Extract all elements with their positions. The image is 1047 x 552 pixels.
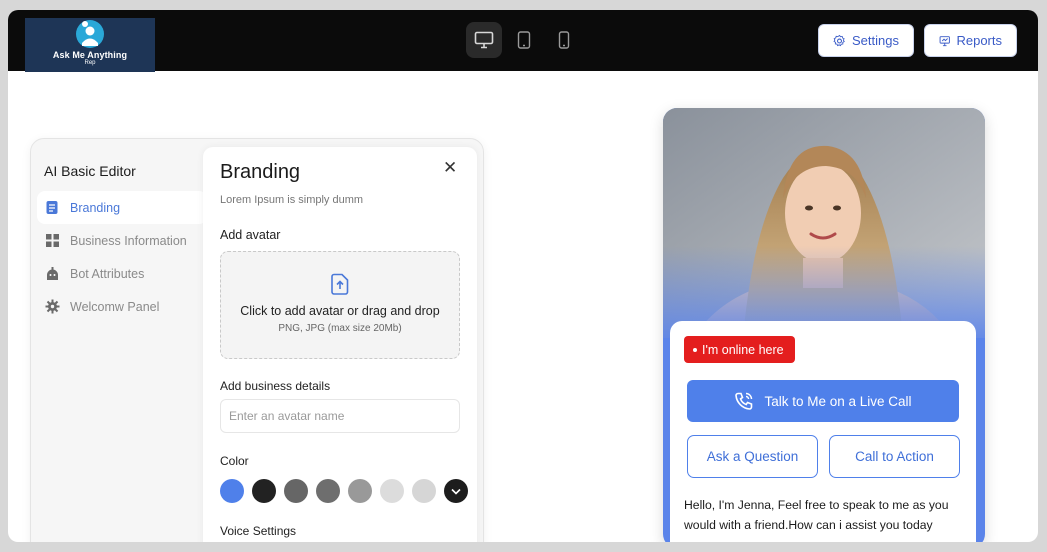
logo: Ask Me Anything Rep xyxy=(25,18,155,72)
chat-widget-preview: I'm online here Talk to Me on a Live Cal… xyxy=(663,108,985,542)
editor-title: AI Basic Editor xyxy=(44,163,136,179)
avatar-name-input[interactable] xyxy=(220,399,460,433)
color-swatch-dark-gray[interactable] xyxy=(284,479,308,503)
logo-subtitle: Rep xyxy=(84,60,96,66)
color-swatches xyxy=(220,479,468,503)
grid-icon xyxy=(46,234,59,247)
chevron-down-icon xyxy=(451,488,461,495)
pane-subtitle: Lorem Ipsum is simply dumm xyxy=(220,194,364,206)
branding-icon xyxy=(46,201,58,214)
desktop-icon xyxy=(474,31,494,49)
mobile-view-button[interactable] xyxy=(546,22,582,58)
color-label: Color xyxy=(220,454,249,468)
add-avatar-label: Add avatar xyxy=(220,228,281,242)
color-swatch-silver[interactable] xyxy=(412,479,436,503)
color-swatch-light-gray[interactable] xyxy=(380,479,404,503)
status-dot xyxy=(693,347,697,352)
nav-item-business-information[interactable]: Business Information xyxy=(37,224,207,257)
bot-icon xyxy=(47,267,58,280)
upload-icon xyxy=(328,272,352,296)
business-details-label: Add business details xyxy=(220,379,331,393)
nav-label: Business Information xyxy=(70,233,187,248)
top-bar: Ask Me Anything Rep Settings Reports xyxy=(8,10,1038,72)
avatar-photo xyxy=(663,108,985,338)
app-frame: Ask Me Anything Rep Settings Reports AI … xyxy=(8,10,1038,542)
greeting-message: Hello, I'm Jenna, Feel free to speak to … xyxy=(684,498,949,532)
nav-item-welcome-panel[interactable]: Welcomw Panel xyxy=(37,290,207,323)
logo-title: Ask Me Anything xyxy=(52,50,128,60)
tablet-view-button[interactable] xyxy=(506,22,542,58)
presentation-icon xyxy=(939,35,950,46)
nav-item-branding[interactable]: Branding xyxy=(37,191,207,224)
mobile-icon xyxy=(558,31,570,49)
nav-label: Bot Attributes xyxy=(70,266,145,281)
color-swatch-blue[interactable] xyxy=(220,479,244,503)
reports-label: Reports xyxy=(956,33,1002,48)
logo-avatar-icon xyxy=(69,20,111,50)
settings-button[interactable]: Settings xyxy=(818,24,914,57)
nav-item-bot-attributes[interactable]: Bot Attributes xyxy=(37,257,207,290)
gear-icon xyxy=(833,34,845,46)
ai-basic-editor: AI Basic Editor Branding Business Inform… xyxy=(30,138,484,542)
nav-label: Welcomw Panel xyxy=(70,299,160,314)
avatar-dropzone[interactable]: Click to add avatar or drag and drop PNG… xyxy=(220,251,460,359)
color-swatch-mid-gray[interactable] xyxy=(348,479,372,503)
dropzone-hint: PNG, JPG (max size 20Mb) xyxy=(278,323,402,334)
nav-label: Branding xyxy=(70,200,121,215)
phone-icon xyxy=(735,392,753,410)
device-switcher xyxy=(466,22,582,58)
gear-icon xyxy=(45,299,60,314)
live-call-label: Talk to Me on a Live Call xyxy=(764,393,912,409)
widget-card: I'm online here Talk to Me on a Live Cal… xyxy=(670,321,976,542)
online-status-text: I'm online here xyxy=(702,342,784,357)
ask-question-button[interactable]: Ask a Question xyxy=(687,435,818,478)
tablet-icon xyxy=(517,31,531,49)
pane-title: Branding xyxy=(220,161,301,183)
live-call-button[interactable]: Talk to Me on a Live Call xyxy=(687,380,959,422)
call-to-action-button[interactable]: Call to Action xyxy=(829,435,960,478)
color-swatch-black[interactable] xyxy=(252,479,276,503)
reports-button[interactable]: Reports xyxy=(924,24,1017,57)
voice-settings-label: Voice Settings xyxy=(220,524,297,538)
color-swatch-gray[interactable] xyxy=(316,479,340,503)
branding-pane: Branding ✕ Lorem Ipsum is simply dumm Ad… xyxy=(203,147,477,542)
editor-nav: Branding Business Information Bot Attrib… xyxy=(37,191,207,323)
close-icon[interactable]: ✕ xyxy=(443,159,457,176)
more-colors-button[interactable] xyxy=(444,479,468,503)
settings-label: Settings xyxy=(852,33,899,48)
desktop-view-button[interactable] xyxy=(466,22,502,58)
online-status-badge: I'm online here xyxy=(684,336,795,363)
dropzone-text: Click to add avatar or drag and drop xyxy=(240,304,440,318)
